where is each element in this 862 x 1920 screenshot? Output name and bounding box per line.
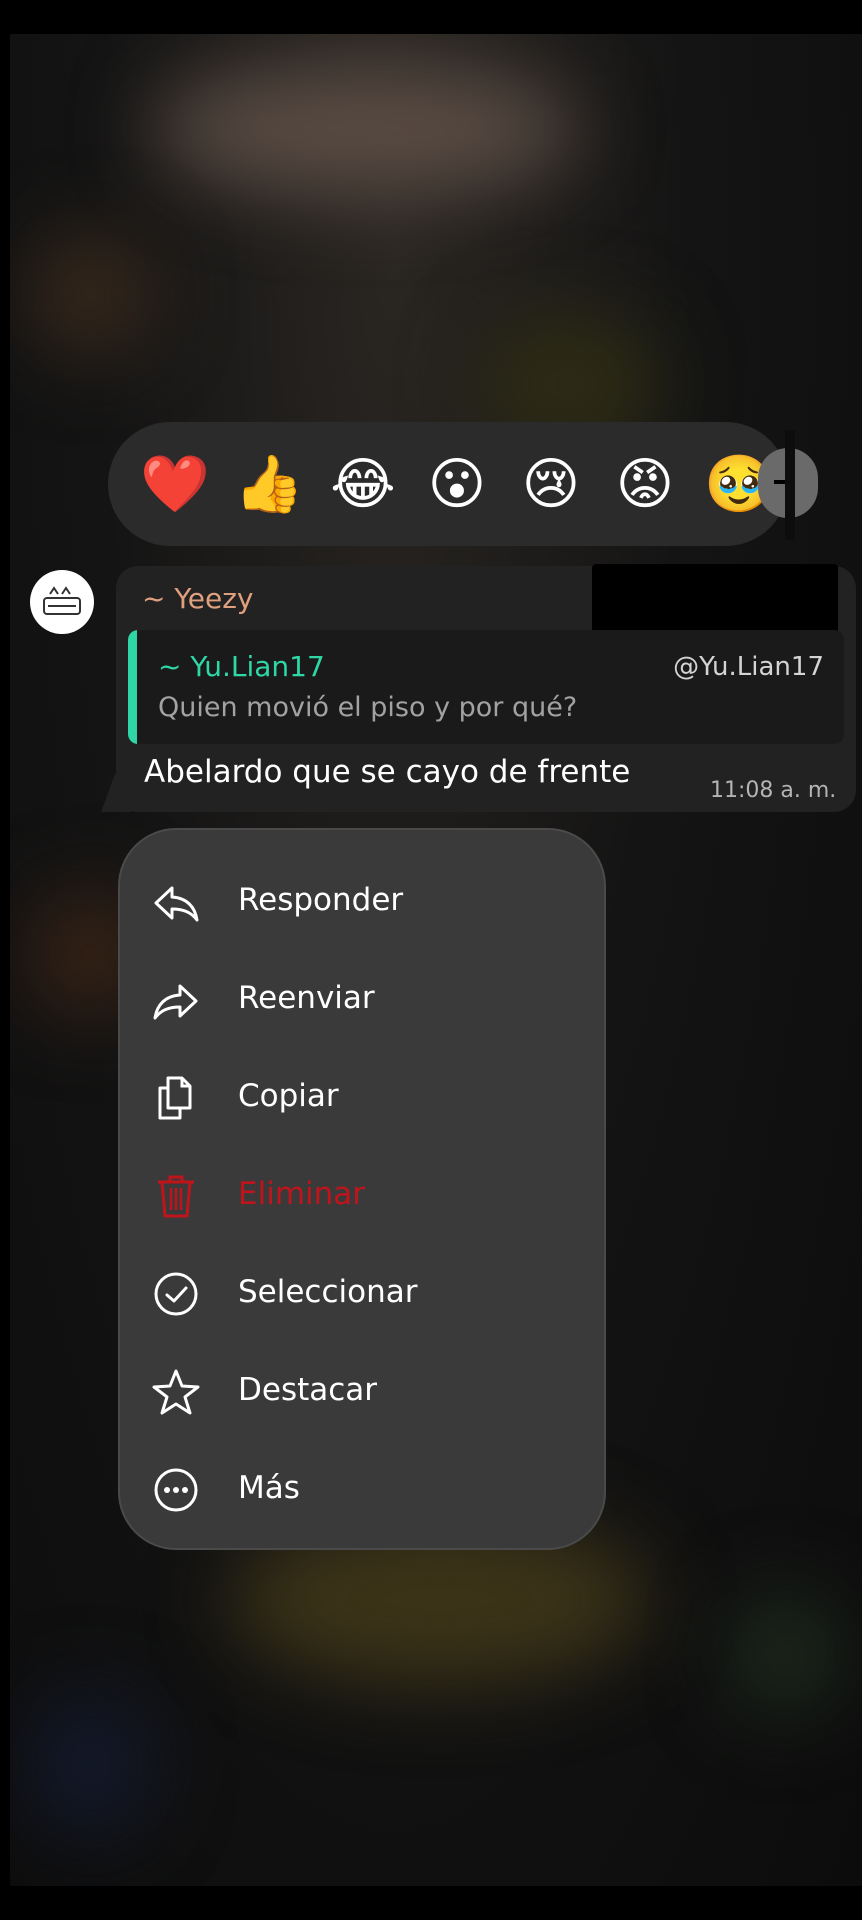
thumbs-up-reaction[interactable]: 👍 <box>234 450 304 520</box>
menu-item-label: Responder <box>238 882 404 918</box>
reply-icon <box>150 876 202 928</box>
tears-of-joy-reaction[interactable]: 😂 <box>328 450 398 520</box>
sender-name[interactable]: ~ Yeezy <box>142 582 253 615</box>
menu-item-copy[interactable]: Copiar <box>140 1058 580 1138</box>
quoted-message[interactable]: ~ Yu.Lian17 @Yu.Lian17 Quien movió el pi… <box>128 630 844 744</box>
menu-item-star[interactable]: Destacar <box>140 1352 580 1432</box>
menu-item-label: Destacar <box>238 1372 378 1408</box>
menu-item-label: Copiar <box>238 1078 339 1114</box>
menu-item-more[interactable]: Más <box>140 1450 580 1530</box>
menu-item-label: Más <box>238 1470 300 1506</box>
screen-edge <box>0 34 10 1886</box>
navigation-bar <box>0 1886 862 1920</box>
redacted-area <box>592 564 838 636</box>
crying-reaction[interactable]: 😢 <box>516 450 586 520</box>
menu-item-label: Reenviar <box>238 980 375 1016</box>
menu-item-forward[interactable]: Reenviar <box>140 960 580 1040</box>
quote-text: Quien movió el piso y por qué? <box>158 692 578 723</box>
heart-reaction[interactable]: ❤️ <box>140 450 210 520</box>
reaction-bar-edge <box>785 430 795 540</box>
reaction-bar: ❤️ 👍 😂 😮 😢 😡 🥹 <box>108 422 788 546</box>
menu-item-label: Eliminar <box>238 1176 366 1212</box>
message-time: 11:08 a. m. <box>710 778 837 803</box>
angry-reaction[interactable]: 😡 <box>610 450 680 520</box>
copy-icon <box>150 1072 202 1124</box>
trash-icon <box>150 1170 202 1222</box>
message-text: Abelardo que se cayo de frente <box>144 754 631 790</box>
quote-handle: @Yu.Lian17 <box>673 652 824 682</box>
quote-author: ~ Yu.Lian17 <box>158 650 325 683</box>
forward-icon <box>150 974 202 1026</box>
star-icon <box>150 1366 202 1418</box>
quote-accent-bar <box>128 630 137 744</box>
check-circle-icon <box>150 1268 202 1320</box>
menu-item-reply[interactable]: Responder <box>140 862 580 942</box>
menu-item-label: Seleccionar <box>238 1274 418 1310</box>
status-bar <box>0 0 862 34</box>
avatar[interactable] <box>30 570 94 634</box>
menu-item-select[interactable]: Seleccionar <box>140 1254 580 1334</box>
surprised-reaction[interactable]: 😮 <box>422 450 492 520</box>
avatar-logo-icon <box>42 584 82 620</box>
menu-item-delete[interactable]: Eliminar <box>140 1156 580 1236</box>
more-dots-icon <box>150 1464 202 1516</box>
